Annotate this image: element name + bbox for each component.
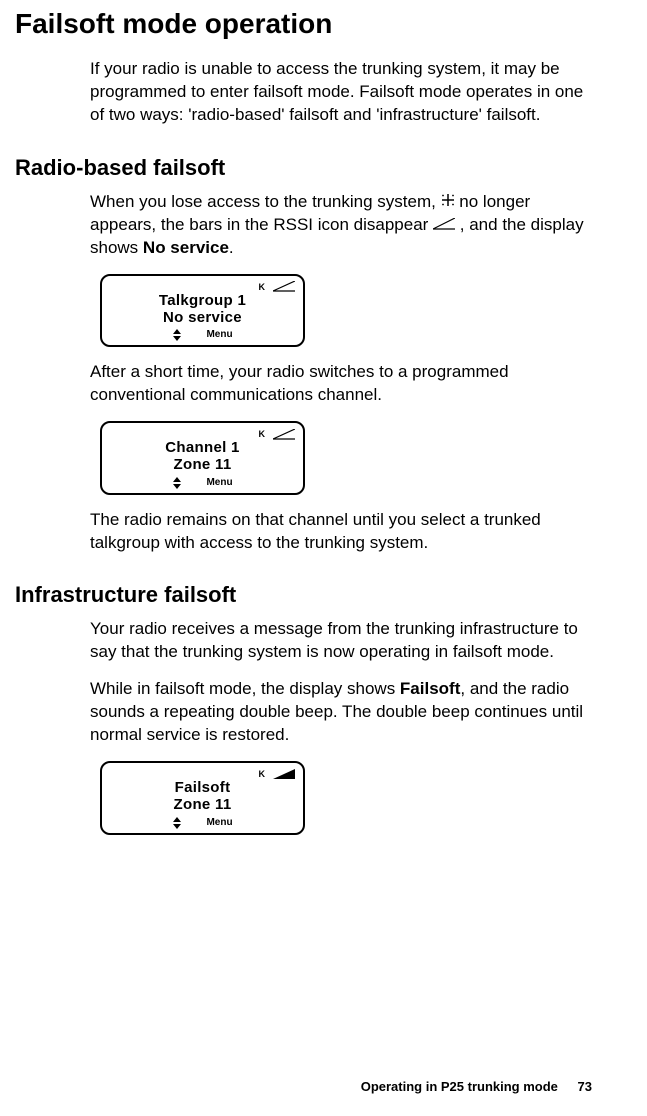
footer-section-name: Operating in P25 trunking mode [361, 1079, 558, 1094]
menu-softkey-label: Menu [206, 816, 232, 830]
document-page: Failsoft mode operation If your radio is… [0, 0, 647, 1116]
display-text-lines: Failsoft Zone 11 [108, 779, 297, 814]
page-footer: Operating in P25 trunking mode 73 [361, 1079, 592, 1094]
rssi-full-icon [273, 769, 295, 780]
display-line2: Zone 11 [108, 456, 297, 473]
display-bottom-row: Menu [108, 327, 297, 343]
k-indicator-icon: K [259, 768, 266, 780]
section1-paragraph1: When you lose access to the trunking sys… [90, 191, 592, 260]
footer-page-number: 73 [578, 1079, 592, 1094]
section1-paragraph2: After a short time, your radio switches … [90, 361, 592, 407]
rssi-empty-icon [273, 429, 295, 440]
menu-softkey-label: Menu [206, 476, 232, 490]
text-fragment: . [229, 238, 234, 257]
page-title: Failsoft mode operation [15, 8, 592, 40]
display-text-lines: Channel 1 Zone 11 [108, 439, 297, 474]
display-line1: Talkgroup 1 [108, 292, 297, 309]
display-line1: Channel 1 [108, 439, 297, 456]
rssi-empty-icon [433, 214, 455, 237]
radio-display-channel-zone: K Channel 1 Zone 11 [100, 421, 305, 495]
text-fragment: When you lose access to the trunking sys… [90, 192, 441, 211]
k-indicator-icon: K [259, 428, 266, 440]
menu-softkey-label: Menu [206, 328, 232, 342]
display-bottom-row: Menu [108, 475, 297, 491]
section2-content: Your radio receives a message from the t… [90, 618, 592, 834]
updown-arrows-icon [172, 477, 182, 489]
display-text-lines: Talkgroup 1 No service [108, 292, 297, 327]
intro-paragraph: If your radio is unable to access the tr… [90, 58, 592, 127]
display-line2: No service [108, 309, 297, 326]
intro-block: If your radio is unable to access the tr… [90, 58, 592, 127]
bold-text: No service [143, 238, 229, 257]
section-heading-radio-based: Radio-based failsoft [15, 155, 592, 181]
rssi-empty-icon [273, 281, 295, 292]
radio-display-failsoft: K Failsoft Zone 11 Menu [100, 761, 305, 835]
section-heading-infrastructure: Infrastructure failsoft [15, 582, 592, 608]
section1-content: When you lose access to the trunking sys… [90, 191, 592, 555]
section2-paragraph2: While in failsoft mode, the display show… [90, 678, 592, 747]
display-line2: Zone 11 [108, 796, 297, 813]
text-fragment: While in failsoft mode, the display show… [90, 679, 400, 698]
trunking-antenna-icon [441, 191, 455, 214]
section1-paragraph3: The radio remains on that channel until … [90, 509, 592, 555]
updown-arrows-icon [172, 329, 182, 341]
k-indicator-icon: K [259, 281, 266, 293]
updown-arrows-icon [172, 817, 182, 829]
section2-paragraph1: Your radio receives a message from the t… [90, 618, 592, 664]
display-line1: Failsoft [108, 779, 297, 796]
bold-text: Failsoft [400, 679, 460, 698]
display-bottom-row: Menu [108, 815, 297, 831]
radio-display-no-service: K Talkgroup 1 No service [100, 274, 305, 348]
